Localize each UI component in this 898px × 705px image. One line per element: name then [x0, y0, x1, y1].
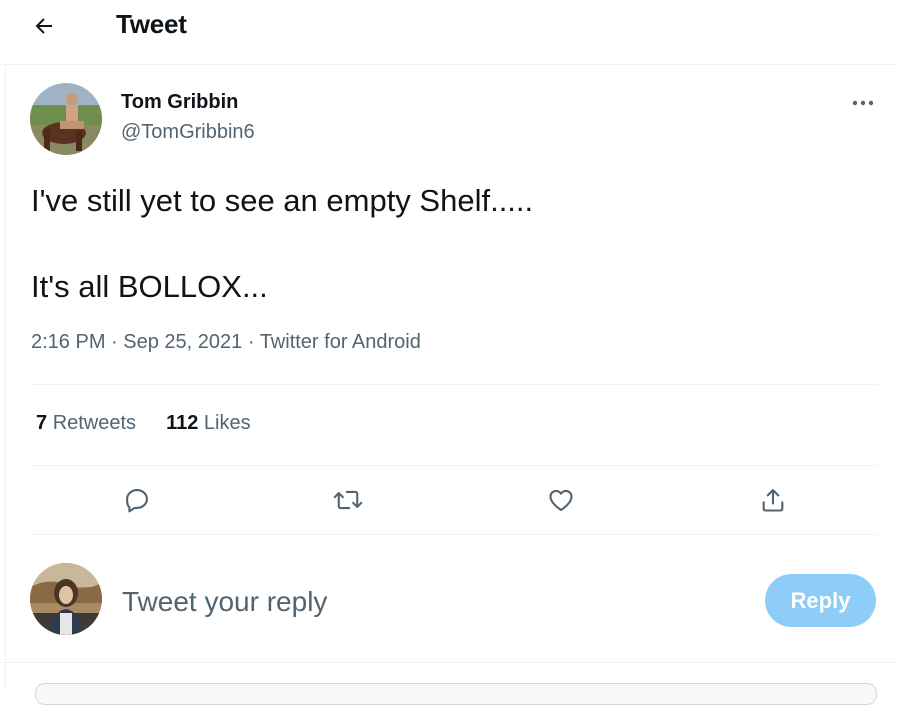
tweet-actions	[31, 466, 878, 534]
tweet-date[interactable]: Sep 25, 2021	[123, 331, 242, 353]
author-name[interactable]: Tom Gribbin	[121, 91, 238, 114]
tweet-meta: 2:16 PM · Sep 25, 2021 · Twitter for And…	[31, 331, 421, 354]
back-button[interactable]	[22, 6, 66, 46]
divider	[0, 662, 898, 663]
more-icon	[852, 100, 874, 106]
like-icon	[549, 489, 573, 511]
tweet-text-line: I've still yet to see an empty Shelf....…	[31, 183, 534, 218]
likes-stat[interactable]: 112 Likes	[166, 412, 251, 435]
user-avatar[interactable]	[30, 563, 102, 635]
reply-submit-button[interactable]: Reply	[765, 574, 876, 627]
meta-separator: ·	[105, 331, 124, 353]
likes-count: 112	[166, 412, 199, 434]
divider	[31, 534, 878, 535]
author-handle[interactable]: @TomGribbin6	[121, 121, 255, 144]
likes-label: Likes	[203, 412, 251, 434]
page-title: Tweet	[116, 9, 187, 39]
tweet-source[interactable]: Twitter for Android	[260, 331, 421, 353]
reply-button[interactable]	[117, 480, 157, 520]
retweet-icon	[333, 490, 363, 510]
tweet-time[interactable]: 2:16 PM	[31, 331, 105, 353]
tweet-text-line: It's all BOLLOX...	[31, 269, 268, 304]
tweet-text: I've still yet to see an empty Shelf....…	[31, 178, 871, 310]
reply-icon	[126, 489, 148, 513]
back-arrow-icon	[35, 18, 52, 34]
like-button[interactable]	[541, 480, 581, 520]
meta-separator: ·	[242, 331, 260, 353]
share-icon	[762, 489, 784, 512]
next-reply-box	[35, 683, 877, 705]
more-options-button[interactable]	[846, 88, 880, 118]
retweet-button[interactable]	[328, 480, 368, 520]
retweets-stat[interactable]: 7 Retweets	[36, 412, 136, 435]
retweets-label: Retweets	[52, 412, 137, 434]
share-button[interactable]	[753, 480, 793, 520]
tweet-stats: 7 Retweets 112 Likes	[36, 412, 251, 435]
reply-input[interactable]	[122, 580, 742, 624]
page-header: Tweet	[0, 0, 898, 65]
retweets-count: 7	[36, 412, 48, 434]
page-border	[5, 0, 6, 688]
divider	[31, 384, 878, 385]
author-avatar[interactable]	[30, 83, 102, 155]
